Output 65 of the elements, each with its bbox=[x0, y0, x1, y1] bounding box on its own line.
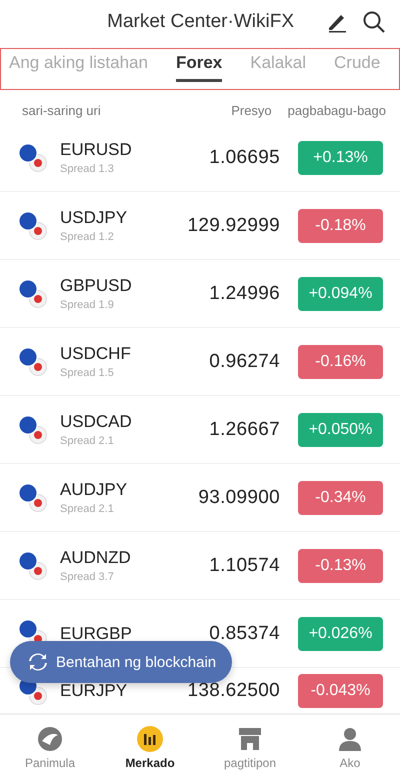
change-badge: -0.043% bbox=[298, 674, 383, 708]
change-badge: -0.18% bbox=[298, 208, 383, 242]
nav-item[interactable]: Ako bbox=[300, 715, 400, 780]
currency-row[interactable]: AUDJPY Spread 2.1 93.09900 -0.34% bbox=[0, 464, 400, 532]
spread-label: Spread 1.9 bbox=[60, 299, 115, 311]
price: 1.26667 bbox=[208, 418, 280, 440]
column-header: pagbabagu-bago bbox=[288, 102, 386, 118]
storefront-icon bbox=[236, 725, 264, 753]
currency-row[interactable]: USDCHF Spread 1.5 0.96274 -0.16% bbox=[0, 328, 400, 396]
symbol-label: EURGBP bbox=[60, 624, 133, 644]
symbol-label: GBPUSD bbox=[60, 276, 133, 296]
price: 129.92999 bbox=[186, 214, 280, 236]
column-header: Presyo bbox=[231, 102, 272, 118]
price: 0.96274 bbox=[208, 350, 280, 372]
window-title: Market Center·WikiFX bbox=[107, 11, 294, 33]
symbol-label: EURUSD bbox=[60, 140, 133, 160]
currency-row[interactable]: USDJPY Spread 1.2 129.92999 -0.18% bbox=[0, 192, 400, 260]
spread-label: Spread 3.7 bbox=[60, 571, 115, 583]
nav-label: Ako bbox=[340, 756, 360, 770]
flag-pair-icon bbox=[18, 346, 48, 376]
change-badge: +0.094% bbox=[298, 276, 383, 310]
spread-label: Spread 1.2 bbox=[60, 231, 115, 243]
nav-item[interactable]: pagtitipon bbox=[200, 715, 300, 780]
currency-row[interactable]: USDCAD Spread 2.1 1.26667 +0.050% bbox=[0, 396, 400, 464]
symbol-label: AUDJPY bbox=[60, 480, 128, 500]
price: 1.10574 bbox=[208, 554, 280, 576]
change-badge: -0.16% bbox=[298, 344, 383, 378]
flag-pair-icon bbox=[18, 142, 48, 172]
nav-label: Panimula bbox=[24, 756, 76, 770]
flag-pair-icon bbox=[18, 482, 48, 512]
symbol-label: USDCAD bbox=[60, 412, 133, 432]
symbol-label: AUDNZD bbox=[60, 548, 132, 568]
flag-pair-icon bbox=[18, 550, 48, 580]
spread-label: Spread 2.1 bbox=[60, 503, 115, 515]
price: 1.24996 bbox=[208, 282, 280, 304]
bar-chart-icon bbox=[136, 725, 164, 753]
flag-pair-icon bbox=[18, 210, 48, 240]
nav-label: pagtitipon bbox=[224, 756, 276, 770]
symbol-label: USDJPY bbox=[60, 208, 128, 228]
change-badge: +0.13% bbox=[298, 140, 383, 174]
change-badge: -0.13% bbox=[298, 548, 383, 582]
column-header: sari-saring uri bbox=[22, 102, 102, 118]
change-badge: -0.34% bbox=[298, 480, 383, 514]
nav-label: Merkado bbox=[125, 756, 175, 770]
change-badge: +0.050% bbox=[298, 412, 383, 446]
price: 93.09900 bbox=[197, 486, 280, 508]
spread-label: Spread 1.5 bbox=[60, 367, 115, 379]
flag-pair-icon bbox=[18, 414, 48, 444]
tab[interactable]: Forex bbox=[176, 49, 222, 82]
nav-item[interactable]: Panimula bbox=[0, 715, 100, 780]
change-badge: +0.026% bbox=[298, 616, 383, 650]
search-icon[interactable] bbox=[362, 10, 386, 34]
currency-row[interactable]: AUDNZD Spread 3.7 1.10574 -0.13% bbox=[0, 532, 400, 600]
person-icon bbox=[336, 725, 364, 753]
currency-row[interactable]: GBPUSD Spread 1.9 1.24996 +0.094% bbox=[0, 260, 400, 328]
blockchain-trade-toast[interactable]: Bentahan ng blockchain bbox=[10, 641, 232, 683]
nav-item[interactable]: Merkado bbox=[100, 715, 200, 780]
spread-label: Spread 1.3 bbox=[60, 163, 115, 175]
spread-label: Spread 2.1 bbox=[60, 435, 115, 447]
symbol-label: EURJPY bbox=[60, 680, 128, 700]
flag-pair-icon bbox=[18, 278, 48, 308]
symbol-label: USDCHF bbox=[60, 344, 132, 364]
refresh-icon bbox=[28, 652, 48, 672]
currency-row[interactable]: EURUSD Spread 1.3 1.06695 +0.13% bbox=[0, 124, 400, 192]
price: 1.06695 bbox=[208, 146, 280, 168]
